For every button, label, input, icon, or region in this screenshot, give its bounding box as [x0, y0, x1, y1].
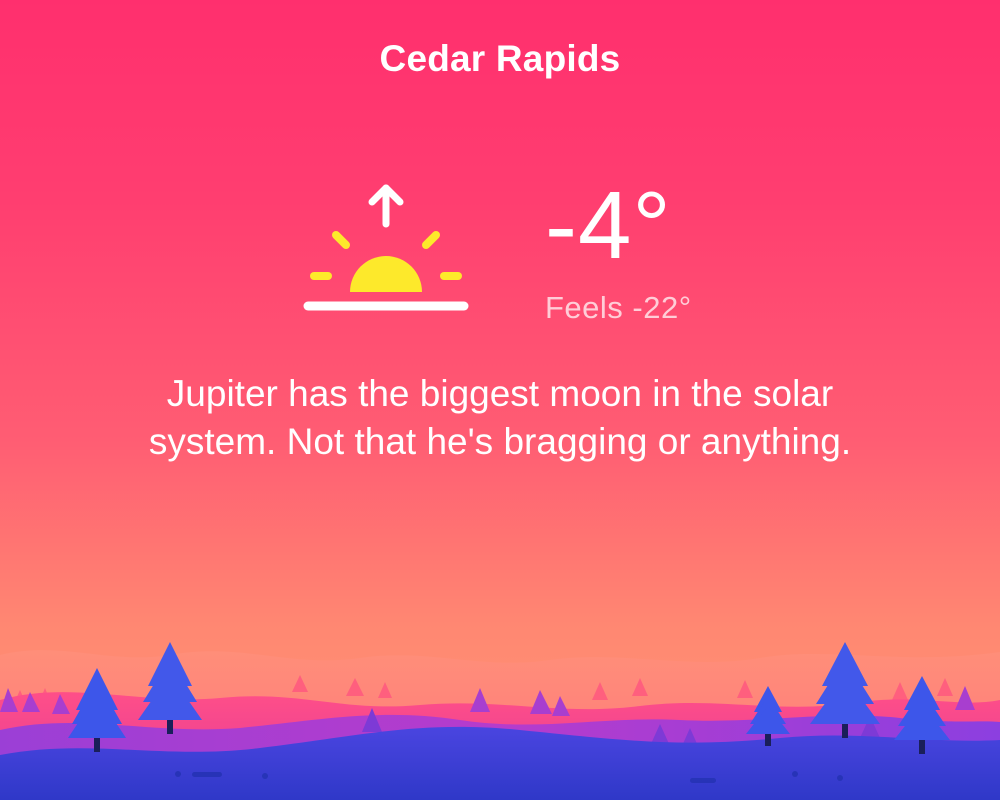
weather-screen: Cedar Rapids -4° Feels -22° Jupiter has … — [0, 0, 1000, 800]
city-name: Cedar Rapids — [379, 38, 621, 79]
sunrise-icon — [303, 184, 469, 311]
landscape-illustration — [0, 642, 1000, 800]
arrow-up-icon — [368, 184, 404, 228]
fun-fact-text: Jupiter has the biggest moon in the sola… — [148, 373, 852, 462]
feels-like-temperature: Feels -22° — [545, 290, 692, 325]
current-temperature: -4° — [545, 172, 672, 279]
